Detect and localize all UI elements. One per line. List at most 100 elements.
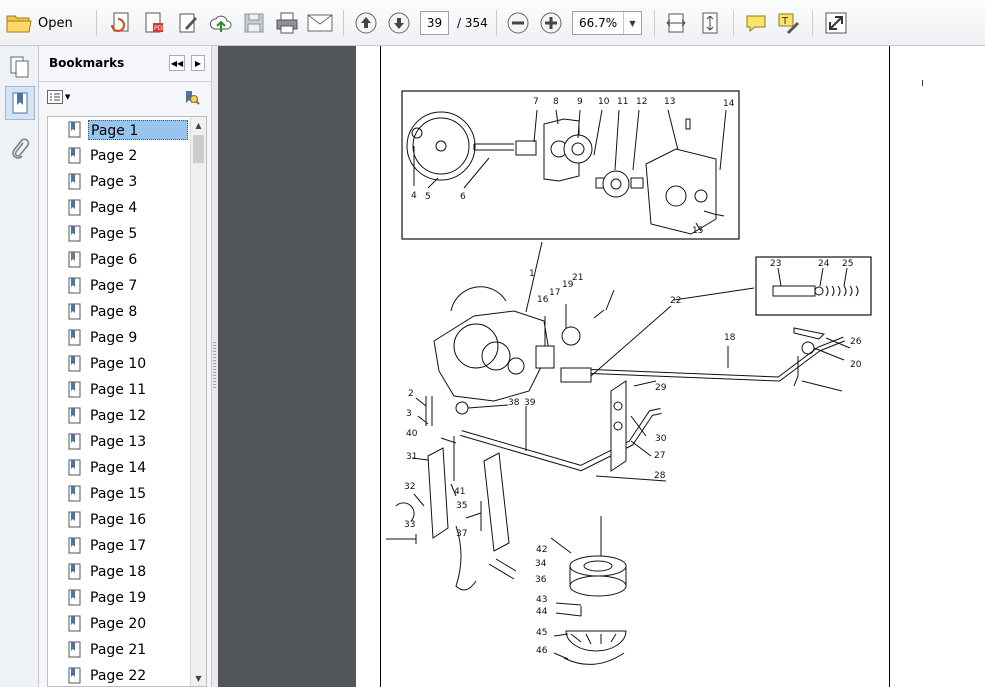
bookmark-item[interactable]: Page 3 — [48, 169, 191, 195]
plus-icon — [540, 12, 562, 34]
pdf-page: 1 2 3 4 5 6 7 8 9 10 11 12 13 14 15 16 17 18 19 20 21 22 23 24 2… — [356, 46, 976, 687]
attachments-button[interactable] — [5, 132, 35, 166]
bookmarks-tools: ▼ — [39, 83, 212, 113]
callout-number: 13 — [664, 97, 675, 107]
bookmark-label: Page 16 — [90, 512, 147, 528]
scroll-up-arrow[interactable]: ▲ — [191, 117, 206, 133]
bookmark-item[interactable]: Page 10 — [48, 351, 191, 377]
bookmark-page-icon — [68, 225, 81, 242]
bookmark-item[interactable]: Page 11 — [48, 377, 191, 403]
find-bookmark-icon — [186, 91, 200, 105]
arrow-down-icon — [388, 12, 410, 34]
upload-button[interactable] — [207, 9, 235, 37]
find-bookmark-button[interactable] — [182, 90, 200, 109]
callout-number: 41 — [454, 487, 465, 497]
bookmark-label: Page 11 — [90, 382, 147, 398]
bookmark-label: Page 7 — [90, 278, 138, 294]
floppy-disk-icon — [244, 13, 264, 33]
edit-pdf-button[interactable] — [174, 9, 202, 37]
highlight-text-button[interactable]: T — [775, 9, 803, 37]
bookmark-label: Page 15 — [90, 486, 147, 502]
bookmarks-scrollbar[interactable]: ▲ ▼ — [190, 117, 206, 686]
fit-width-button[interactable] — [662, 9, 690, 37]
open-label: Open — [38, 15, 73, 31]
bookmark-item[interactable]: Page 16 — [48, 507, 191, 533]
bookmark-page-icon — [68, 433, 81, 450]
fit-page-button[interactable] — [696, 9, 724, 37]
bookmark-item[interactable]: Page 15 — [48, 481, 191, 507]
callout-number: 4 — [411, 191, 417, 201]
bookmark-page-icon — [68, 667, 81, 684]
full-screen-button[interactable] — [822, 9, 850, 37]
bookmark-item[interactable]: Page 12 — [48, 403, 191, 429]
previous-page-button[interactable] — [352, 9, 380, 37]
paperclip-icon — [12, 138, 30, 159]
bookmark-item[interactable]: Page 8 — [48, 299, 191, 325]
bookmark-item[interactable]: Page 17 — [48, 533, 191, 559]
toolbar-divider — [812, 10, 813, 36]
hide-panel-button[interactable]: ▶ — [191, 55, 205, 71]
bookmark-item[interactable]: Page 2 — [48, 143, 191, 169]
bookmarks-panel: Bookmarks ◀◀ ▶ ▼ ▲ ▼ Page 1 Page 2 Page … — [39, 46, 212, 687]
bookmark-item[interactable]: Page 20 — [48, 611, 191, 637]
bookmark-item[interactable]: Page 7 — [48, 273, 191, 299]
callout-number: 6 — [460, 192, 466, 202]
bookmark-item[interactable]: Page 19 — [48, 585, 191, 611]
bookmark-item[interactable]: Page 22 — [48, 663, 191, 686]
bookmark-item[interactable]: Page 1 — [48, 117, 191, 143]
bookmark-item[interactable]: Page 14 — [48, 455, 191, 481]
create-pdf-button[interactable] — [107, 9, 135, 37]
exploded-parts-diagram: 1234 5 67 8 9 10 11 12 13 14151617181920212223 24 2… — [386, 90, 872, 665]
callout-number: 9 — [577, 97, 583, 107]
bookmark-item[interactable]: Page 5 — [48, 221, 191, 247]
email-button[interactable] — [306, 9, 334, 37]
comment-button[interactable] — [742, 9, 770, 37]
collapse-panel-button[interactable]: ◀◀ — [169, 55, 185, 71]
export-pdf-button[interactable]: PDF — [140, 9, 168, 37]
save-button[interactable] — [240, 9, 268, 37]
callout-number: 12 — [636, 97, 647, 107]
highlighter-icon: T — [778, 13, 799, 34]
callout-number: 38 — [508, 398, 520, 408]
scroll-down-arrow[interactable]: ▼ — [191, 670, 206, 686]
options-menu-button[interactable]: ▼ — [47, 90, 70, 104]
fit-page-icon — [702, 12, 718, 34]
bookmark-item[interactable]: Page 13 — [48, 429, 191, 455]
callout-number: 31 — [406, 452, 417, 462]
next-page-button[interactable] — [385, 9, 413, 37]
print-button[interactable] — [273, 9, 301, 37]
callout-number: 26 — [850, 337, 862, 347]
chevron-down-icon[interactable]: ▼ — [623, 12, 641, 34]
svg-text:PDF: PDF — [154, 25, 166, 32]
bookmark-label: Page 14 — [90, 460, 147, 476]
page-thumbnails-button[interactable] — [5, 50, 35, 84]
bookmark-item[interactable]: Page 9 — [48, 325, 191, 351]
open-button[interactable]: Open — [6, 9, 73, 37]
bookmarks-tab-button[interactable] — [5, 86, 35, 120]
scroll-thumb[interactable] — [193, 135, 204, 163]
callout-number: 36 — [535, 575, 547, 585]
bookmark-page-icon — [68, 511, 81, 528]
callout-number: 34 — [535, 559, 547, 569]
bookmark-item[interactable]: Page 4 — [48, 195, 191, 221]
callout-number: 37 — [456, 529, 467, 539]
callout-number: 44 — [536, 607, 548, 617]
zoom-in-button[interactable] — [537, 9, 565, 37]
bookmark-page-icon — [68, 563, 81, 580]
bookmark-page-icon — [68, 589, 81, 606]
bookmark-item[interactable]: Page 21 — [48, 637, 191, 663]
bookmark-page-icon — [68, 485, 81, 502]
document-view[interactable]: 1 2 3 4 5 6 7 8 9 10 11 12 13 14 15 16 17 18 19 20 21 22 23 24 2… — [218, 46, 985, 687]
splitter-grip[interactable] — [213, 342, 216, 390]
bookmark-item[interactable]: Page 18 — [48, 559, 191, 585]
bookmark-page-icon — [68, 355, 81, 372]
callout-number: 24 — [818, 259, 830, 269]
page-number-input[interactable]: 39 — [420, 11, 449, 35]
bookmark-label: Page 10 — [90, 356, 147, 372]
callout-number: 32 — [404, 482, 415, 492]
bookmark-item[interactable]: Page 6 — [48, 247, 191, 273]
zoom-level-select[interactable]: 66.7% ▼ — [572, 11, 642, 35]
bookmarks-header: Bookmarks ◀◀ ▶ — [39, 46, 212, 82]
svg-text:T: T — [781, 16, 789, 27]
zoom-out-button[interactable] — [504, 9, 532, 37]
